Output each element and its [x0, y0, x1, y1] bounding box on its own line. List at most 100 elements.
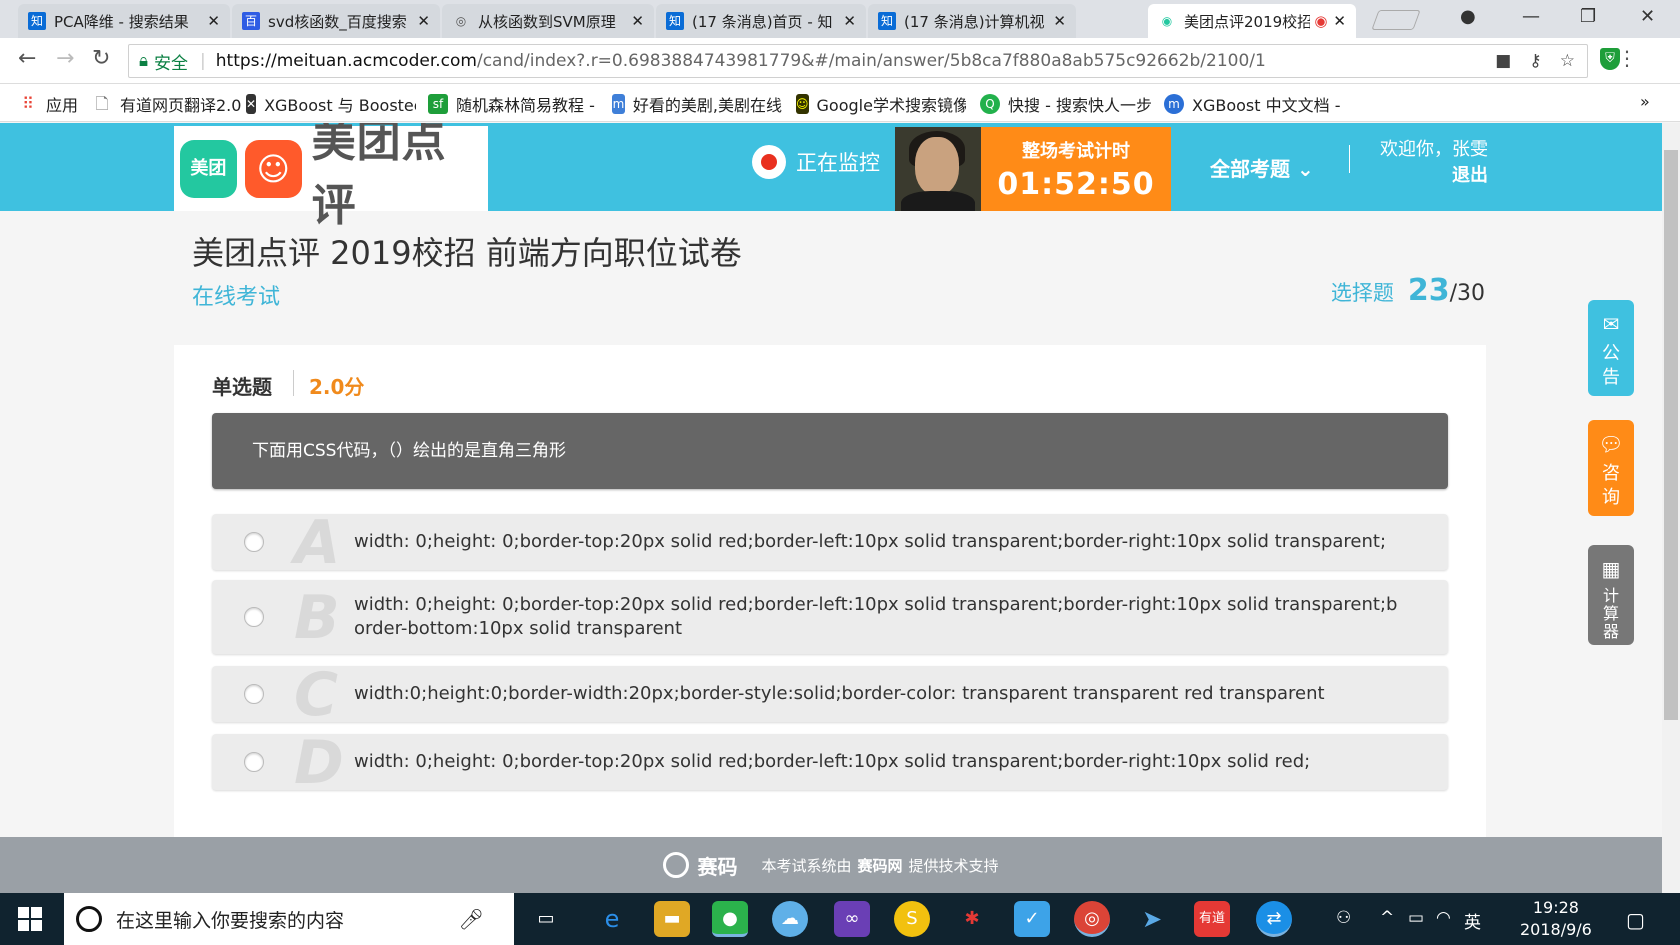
- option-radio[interactable]: [244, 684, 264, 704]
- option-text: width:0;height:0;border-width:20px;borde…: [354, 683, 1325, 704]
- baidu-favicon-icon: 百: [242, 12, 260, 30]
- option-letter: B: [294, 583, 340, 653]
- close-tab-icon[interactable]: ✕: [1333, 12, 1346, 30]
- option-letter: C: [294, 660, 339, 730]
- bookmark-item[interactable]: m XGBoost 中文文档 -: [1164, 92, 1340, 116]
- bookmark-label: 有道网页翻译2.0: [120, 96, 242, 115]
- close-window-icon[interactable]: ✕: [1640, 6, 1655, 27]
- browser-tab[interactable]: 知 (17 条消息)计算机视 ✕: [868, 4, 1076, 38]
- restore-icon[interactable]: ❐: [1580, 6, 1596, 27]
- wechat-icon[interactable]: ●: [712, 901, 748, 937]
- teamviewer-icon[interactable]: ⇄: [1256, 901, 1292, 937]
- youdao-icon[interactable]: 有道: [1194, 901, 1230, 937]
- tab-title: (17 条消息)首页 - 知: [692, 12, 833, 31]
- option-text: width: 0;height: 0;border-top:20px solid…: [354, 594, 1398, 639]
- visual-studio-icon[interactable]: ∞: [834, 901, 870, 937]
- close-tab-icon[interactable]: ✕: [631, 12, 644, 30]
- new-tab-button[interactable]: [1371, 10, 1421, 30]
- option-radio[interactable]: [244, 532, 264, 552]
- question-text: 下面用CSS代码，（）绘出的是直角三角形: [212, 413, 1448, 489]
- browser-tab-strip: 知 PCA降维 - 搜索结果 ✕ 百 svd核函数_百度搜索 ✕ ◎ 从核函数到…: [0, 0, 1680, 38]
- battery-icon[interactable]: ▭: [1408, 908, 1424, 928]
- back-icon[interactable]: ←: [18, 46, 36, 71]
- announcement-button[interactable]: ✉ 公 告: [1588, 300, 1634, 396]
- ime-indicator[interactable]: 英: [1464, 908, 1481, 933]
- key-icon[interactable]: ⚷: [1529, 51, 1541, 71]
- option-letter: A: [294, 508, 341, 578]
- bookmark-item[interactable]: 🗋︎ 有道网页翻译2.0: [92, 92, 242, 116]
- question-type: 单选题: [212, 375, 272, 399]
- exam-subtitle: 在线考试: [192, 285, 281, 310]
- wifi-icon[interactable]: ◠: [1436, 908, 1451, 928]
- calculator-icon: ▦: [1601, 557, 1621, 581]
- bookmark-item[interactable]: Q 快搜 - 搜索快人一步: [980, 92, 1152, 116]
- telegram-icon[interactable]: ➤: [1134, 901, 1170, 937]
- option-radio[interactable]: [244, 752, 264, 772]
- tray-chevron-icon[interactable]: ^: [1380, 908, 1394, 928]
- browser-tab[interactable]: 知 PCA降维 - 搜索结果 ✕: [18, 4, 230, 38]
- url-path: /cand/index?.r=0.6983884743981779&#/main…: [476, 51, 1266, 71]
- bookmark-item[interactable]: sf 随机森林简易教程 -: [428, 92, 596, 116]
- browser-tab[interactable]: 百 svd核函数_百度搜索 ✕: [232, 4, 440, 38]
- option-d[interactable]: D width: 0;height: 0;border-top:20px sol…: [212, 728, 1448, 798]
- mail-app-icon[interactable]: ✓: [1014, 901, 1050, 937]
- logout-link[interactable]: 退出: [1360, 163, 1488, 189]
- option-text: width: 0;height: 0;border-top:20px solid…: [354, 531, 1387, 552]
- webcam-face: [915, 137, 959, 195]
- microphone-icon[interactable]: 🎤︎: [459, 907, 484, 931]
- option-radio[interactable]: [244, 607, 264, 627]
- people-icon[interactable]: ⚇: [1336, 908, 1351, 928]
- bookmark-item[interactable]: ☺ Google学术搜索镜像: [796, 92, 966, 116]
- consult-button[interactable]: 💬︎ 咨 询: [1588, 420, 1634, 516]
- recording-icon: ◉: [1314, 12, 1328, 30]
- calculator-button[interactable]: ▦ 计 算 器: [1588, 545, 1634, 645]
- scrollbar-thumb[interactable]: [1664, 150, 1678, 720]
- menu-icon[interactable]: ⋮: [1617, 46, 1637, 70]
- notification-icon[interactable]: ▢: [1626, 908, 1645, 932]
- progress-current: 23: [1407, 273, 1450, 308]
- zhihu-favicon-icon: 知: [28, 12, 46, 30]
- bookmark-item[interactable]: ⠿ 应用: [18, 92, 78, 116]
- browser-tab[interactable]: 知 (17 条消息)首页 - 知 ✕: [656, 4, 866, 38]
- address-bar: ← → ↻ 🔒︎ 安全 | https://meituan.acmcoder.c…: [0, 38, 1680, 84]
- tv-icon: m: [612, 94, 625, 114]
- all-questions-dropdown[interactable]: 全部考题 ⌄: [1210, 153, 1314, 182]
- m-icon: m: [1164, 94, 1184, 114]
- chrome-icon[interactable]: ◎: [1074, 901, 1110, 937]
- taskbar-search-input[interactable]: 在这里输入你要搜索的内容 🎤︎: [64, 893, 514, 945]
- close-tab-icon[interactable]: ✕: [843, 12, 856, 30]
- tab-title: (17 条消息)计算机视: [904, 12, 1045, 31]
- camera-icon[interactable]: ■: [1495, 51, 1511, 71]
- secure-label: 安全: [154, 53, 189, 74]
- sogou-icon[interactable]: S: [894, 901, 930, 937]
- minimize-icon[interactable]: —: [1522, 6, 1540, 27]
- reload-icon[interactable]: ↻: [92, 46, 110, 71]
- task-view-icon[interactable]: ▭: [528, 901, 564, 937]
- windows-start-icon[interactable]: [18, 907, 42, 931]
- edge-icon[interactable]: e: [594, 901, 630, 937]
- forward-icon[interactable]: →: [56, 46, 74, 71]
- bookmarks-more-icon[interactable]: »: [1640, 92, 1650, 111]
- close-tab-icon[interactable]: ✕: [1053, 12, 1066, 30]
- star-icon[interactable]: ☆: [1560, 51, 1575, 71]
- browser-tab-active[interactable]: ◉ 美团点评2019校招 ◉ ✕: [1148, 4, 1356, 38]
- bookmark-item[interactable]: m 好看的美剧,美剧在线: [612, 92, 782, 116]
- option-b[interactable]: B width: 0;height: 0;border-top:20px sol…: [212, 580, 1448, 654]
- spider-icon[interactable]: ✱: [954, 901, 990, 937]
- profile-icon[interactable]: ●: [1460, 6, 1476, 27]
- url-input[interactable]: 🔒︎ 安全 | https://meituan.acmcoder.com /ca…: [128, 44, 1588, 78]
- close-tab-icon[interactable]: ✕: [207, 12, 220, 30]
- cloud-icon[interactable]: ☁: [772, 901, 808, 937]
- taskbar-clock[interactable]: 19:28 2018/9/6: [1520, 897, 1592, 941]
- file-explorer-icon[interactable]: ▬: [654, 901, 690, 937]
- bookmark-label: XGBoost 中文文档 -: [1192, 96, 1341, 115]
- browser-tab[interactable]: ◎ 从核函数到SVM原理 ✕: [442, 4, 654, 38]
- csdn-favicon-icon: ◎: [455, 14, 467, 28]
- option-a[interactable]: A width: 0;height: 0;border-top:20px sol…: [212, 508, 1448, 578]
- apps-icon: ⠿: [22, 94, 34, 113]
- bookmark-label: 快搜 - 搜索快人一步: [1008, 96, 1152, 115]
- exam-timer: 整场考试计时 01:52:50: [981, 127, 1171, 211]
- bookmark-item[interactable]: ✕ XGBoost 与 Boostec: [246, 92, 416, 116]
- close-tab-icon[interactable]: ✕: [417, 12, 430, 30]
- option-c[interactable]: C width:0;height:0;border-width:20px;bor…: [212, 660, 1448, 730]
